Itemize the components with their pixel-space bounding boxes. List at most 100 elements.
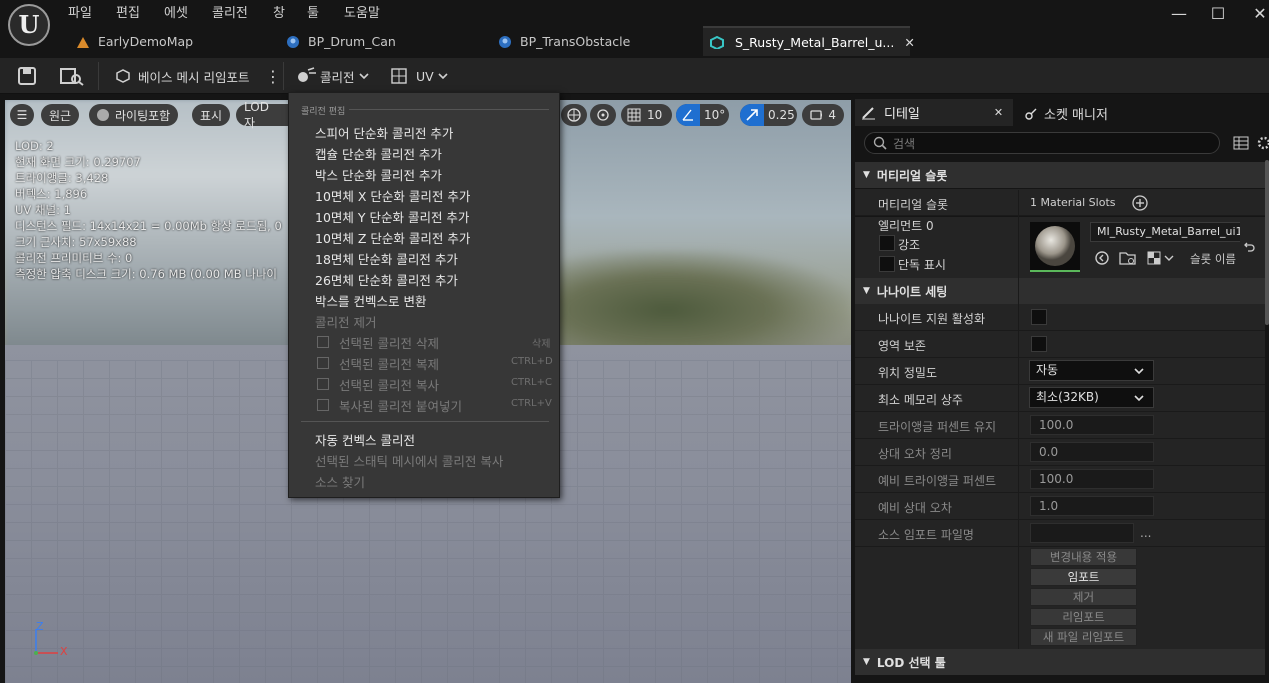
section-title: LOD 선택 툴 bbox=[876, 655, 946, 670]
nanite-enable-checkbox[interactable] bbox=[1031, 309, 1047, 325]
chevron-down-icon bbox=[358, 73, 369, 80]
tab-s-rusty-metal-barrel[interactable]: S_Rusty_Metal_Barrel_u... ✕ bbox=[703, 26, 915, 56]
browse-file-button: ... bbox=[1140, 526, 1152, 540]
show-button[interactable]: 표시 bbox=[192, 104, 231, 126]
save-button[interactable] bbox=[17, 66, 37, 86]
rotation-snap-button[interactable]: 10° bbox=[676, 104, 729, 126]
axis-x-label: X bbox=[60, 645, 68, 658]
stat-line: LOD: 2 bbox=[15, 139, 54, 153]
menu-add-box-collision[interactable]: 박스 단순화 콜리전 추가 bbox=[315, 165, 442, 185]
maximize-button[interactable]: ☐ bbox=[1207, 4, 1229, 24]
collision-dropdown-button[interactable]: 콜리전 bbox=[296, 66, 370, 86]
details-search-input[interactable]: 검색 bbox=[864, 132, 1220, 154]
add-slot-icon[interactable] bbox=[1131, 194, 1149, 215]
menu-add-10dop-x-collision[interactable]: 10면체 X 단순화 콜리전 추가 bbox=[315, 186, 470, 206]
tab-bp-trans-obstacle[interactable]: BP_TransObstacle bbox=[498, 28, 630, 55]
menu-auto-convex-collision[interactable]: 자동 컨벡스 콜리전 bbox=[315, 430, 415, 450]
material-thumbnail[interactable] bbox=[1030, 222, 1080, 272]
axis-z-label: Z bbox=[36, 620, 44, 633]
uv-grid-icon bbox=[391, 68, 407, 84]
grid-icon bbox=[627, 108, 641, 122]
trim-relative-error-input: 0.0 bbox=[1030, 442, 1154, 462]
fallback-triangle-percent-label: 예비 트라이앵글 퍼센트 bbox=[878, 474, 997, 488]
menu-separator bbox=[349, 109, 549, 110]
pencil-icon bbox=[862, 106, 875, 119]
nanite-enable-label: 나나이트 지원 활성화 bbox=[878, 312, 985, 326]
lod-button[interactable]: LOD 자 bbox=[236, 100, 288, 130]
tab-bp-drum-can[interactable]: BP_Drum_Can bbox=[286, 28, 396, 55]
minimize-button[interactable]: — bbox=[1168, 4, 1190, 24]
menu-collision[interactable]: 콜리전 bbox=[212, 2, 248, 21]
menu-add-capsule-collision[interactable]: 캡슐 단순화 콜리전 추가 bbox=[315, 144, 442, 164]
paste-icon bbox=[317, 399, 329, 411]
section-material-slots[interactable]: ▼ 머티리얼 슬롯 bbox=[855, 162, 1265, 188]
section-lod-picker[interactable]: ▼ LOD 선택 툴 bbox=[855, 649, 1265, 675]
menu-duplicate-selected-collision: 선택된 콜리전 복제 bbox=[339, 357, 439, 372]
close-window-button[interactable]: ✕ bbox=[1249, 4, 1269, 24]
uv-dropdown-button[interactable]: UV bbox=[390, 66, 449, 86]
search-placeholder: 검색 bbox=[893, 136, 916, 151]
preserve-area-checkbox[interactable] bbox=[1031, 336, 1047, 352]
lighting-icon bbox=[97, 109, 109, 121]
menu-paste-copied-collision: 복사된 콜리전 붙여넣기 bbox=[339, 399, 462, 414]
menu-add-10dop-z-collision[interactable]: 10면체 Z 단순화 콜리전 추가 bbox=[315, 228, 470, 248]
settings-gear-icon[interactable] bbox=[1255, 135, 1269, 154]
perspective-button[interactable]: 원근 bbox=[41, 104, 80, 126]
scale-snap-button[interactable]: 0.25 bbox=[740, 104, 797, 126]
use-selected-icon[interactable] bbox=[1094, 250, 1110, 269]
shortcut-label: CTRL+V bbox=[511, 398, 552, 409]
menu-window[interactable]: 창 bbox=[273, 2, 285, 21]
surface-snap-button[interactable] bbox=[590, 104, 616, 126]
menu-asset[interactable]: 에셋 bbox=[164, 2, 188, 21]
tab-label: BP_Drum_Can bbox=[308, 34, 396, 49]
isolate-checkbox[interactable] bbox=[879, 256, 895, 272]
tab-label: BP_TransObstacle bbox=[520, 34, 631, 49]
menu-add-26dop-collision[interactable]: 26면체 단순화 콜리전 추가 bbox=[315, 270, 458, 290]
unreal-logo-icon[interactable]: U bbox=[8, 4, 50, 46]
reset-arrow-icon[interactable] bbox=[1242, 240, 1256, 257]
chevron-down-icon bbox=[438, 73, 448, 80]
menu-file[interactable]: 파일 bbox=[68, 2, 92, 21]
grid-snap-button[interactable]: 10 bbox=[621, 104, 672, 126]
delete-icon bbox=[317, 336, 329, 348]
checker-icon[interactable] bbox=[1147, 250, 1175, 269]
tab-details[interactable]: 디테일 ✕ bbox=[855, 99, 1013, 126]
browse-folder-icon[interactable] bbox=[1119, 250, 1137, 269]
tab-early-demo-map[interactable]: EarlyDemoMap bbox=[76, 28, 193, 55]
menu-help[interactable]: 도움말 bbox=[344, 2, 380, 21]
more-options-icon[interactable]: ⋮ bbox=[265, 66, 281, 86]
section-nanite-settings[interactable]: ▼ 나나이트 세팅 bbox=[855, 278, 1265, 304]
material-slots-label: 머티리얼 슬롯 bbox=[878, 198, 949, 212]
source-import-filename-label: 소스 임포트 파일명 bbox=[878, 528, 974, 542]
shortcut-label: CTRL+C bbox=[511, 377, 552, 388]
static-mesh-icon bbox=[709, 35, 724, 51]
lighting-mode-button[interactable]: 라이팅포함 bbox=[89, 104, 179, 126]
close-tab-icon[interactable]: ✕ bbox=[994, 106, 1003, 119]
menu-convert-box-to-convex[interactable]: 박스를 컨벡스로 변환 bbox=[315, 291, 426, 311]
viewport-menu-button[interactable]: ☰ bbox=[10, 104, 34, 126]
position-precision-select[interactable]: 자동 bbox=[1029, 360, 1154, 381]
chevron-down-icon bbox=[1134, 368, 1144, 375]
stat-line: 크기 근사치: 57x59x88 bbox=[15, 235, 137, 249]
close-tab-icon[interactable]: ✕ bbox=[904, 35, 914, 50]
highlight-checkbox[interactable] bbox=[879, 235, 895, 251]
stat-line: 디스턴스 필드: 14x14x21 = 0.00Mb 항상 로드됨, 0 bbox=[15, 219, 282, 233]
menu-edit[interactable]: 편집 bbox=[116, 2, 140, 21]
menu-add-sphere-collision[interactable]: 스피어 단순화 콜리전 추가 bbox=[315, 123, 453, 143]
menu-add-18dop-collision[interactable]: 18면체 단순화 콜리전 추가 bbox=[315, 249, 458, 269]
menu-add-10dop-y-collision[interactable]: 10면체 Y 단순화 콜리전 추가 bbox=[315, 207, 469, 227]
menu-tools[interactable]: 툴 bbox=[307, 2, 319, 21]
import-button[interactable]: 임포트 bbox=[1030, 568, 1137, 586]
browse-icon bbox=[60, 68, 84, 86]
select-mode-button[interactable] bbox=[561, 104, 587, 126]
tab-socket-manager[interactable]: 소켓 매니저 bbox=[1024, 104, 1108, 123]
keep-triangle-percent-input: 100.0 bbox=[1030, 415, 1154, 435]
browse-asset-button[interactable] bbox=[60, 66, 84, 86]
min-resident-select[interactable]: 최소(32KB) bbox=[1029, 387, 1154, 408]
table-view-icon[interactable] bbox=[1233, 135, 1249, 154]
collision-label: 콜리전 bbox=[320, 69, 355, 85]
camera-speed-button[interactable]: 4 bbox=[802, 104, 844, 126]
material-picker[interactable]: MI_Rusty_Metal_Barrel_ui1m bbox=[1090, 222, 1240, 242]
details-scrollbar[interactable] bbox=[1265, 160, 1269, 325]
reimport-base-mesh-button[interactable]: 베이스 메시 리임포트 bbox=[114, 66, 249, 86]
